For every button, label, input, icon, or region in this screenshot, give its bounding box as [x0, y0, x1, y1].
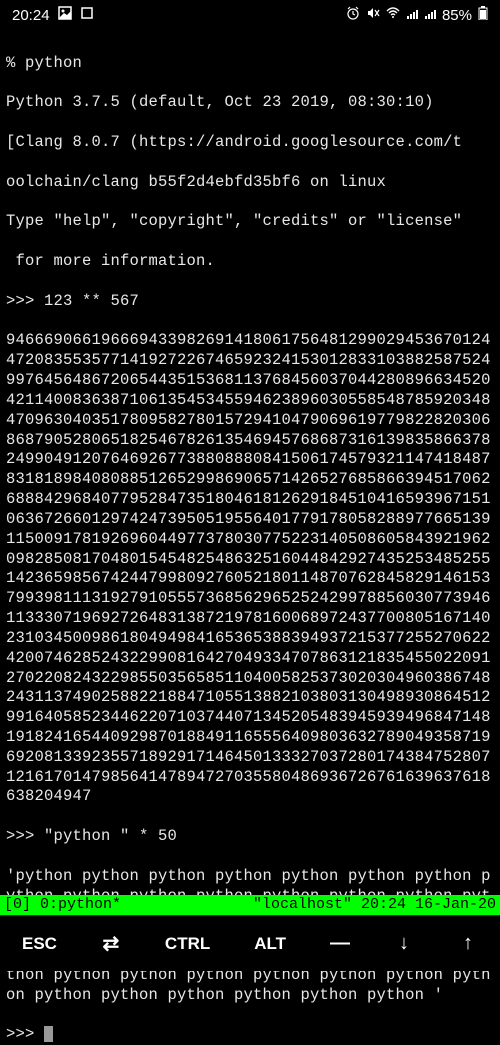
down-arrow-key[interactable]: ↓	[384, 924, 424, 963]
tmux-window-list: [0] 0:python*	[4, 895, 121, 915]
repl-prompt: >>>	[6, 1025, 44, 1043]
signal-icon-2	[424, 7, 436, 24]
status-right: 85%	[346, 6, 488, 24]
tmux-status-right: "localhost" 20:24 16-Jan-20	[253, 895, 496, 915]
repl-output-number: 9466690661966694339826914180617564812990…	[6, 331, 494, 807]
help-line: Type "help", "copyright", "credits" or "…	[6, 212, 494, 232]
compiler-line: oolchain/clang b55f2d4ebfd35bf6 on linux	[6, 173, 494, 193]
battery-percent: 85%	[442, 7, 472, 24]
wifi-icon	[386, 6, 400, 24]
repl-input: >>> 123 ** 567	[6, 292, 494, 312]
esc-key[interactable]: ESC	[12, 926, 67, 962]
status-time: 20:24	[12, 7, 50, 24]
terminal-output[interactable]: % python Python 3.7.5 (default, Oct 23 2…	[0, 30, 500, 1045]
image-icon	[58, 6, 72, 24]
cursor	[44, 1026, 53, 1042]
mute-icon	[366, 6, 380, 24]
tab-key[interactable]: ⇄	[91, 923, 131, 964]
extra-keys-row: ESC ⇄ CTRL ALT — ↓ ↑	[0, 915, 500, 971]
alarm-icon	[346, 6, 360, 24]
repl-input: >>> "python " * 50	[6, 827, 494, 847]
status-left: 20:24	[12, 6, 94, 24]
up-arrow-key[interactable]: ↑	[448, 924, 488, 963]
shell-prompt: % python	[6, 54, 494, 74]
signal-icon-1	[406, 7, 418, 24]
ctrl-key[interactable]: CTRL	[155, 926, 220, 962]
help-line: for more information.	[6, 252, 494, 272]
square-icon	[80, 6, 94, 24]
compiler-line: [Clang 8.0.7 (https://android.googlesour…	[6, 133, 494, 153]
alt-key[interactable]: ALT	[244, 926, 296, 962]
tmux-status-bar: [0] 0:python* "localhost" 20:24 16-Jan-2…	[0, 895, 500, 915]
battery-icon	[478, 6, 488, 24]
dash-key[interactable]: —	[320, 924, 360, 963]
android-status-bar: 20:24 85%	[0, 0, 500, 30]
python-version: Python 3.7.5 (default, Oct 23 2019, 08:3…	[6, 93, 494, 113]
